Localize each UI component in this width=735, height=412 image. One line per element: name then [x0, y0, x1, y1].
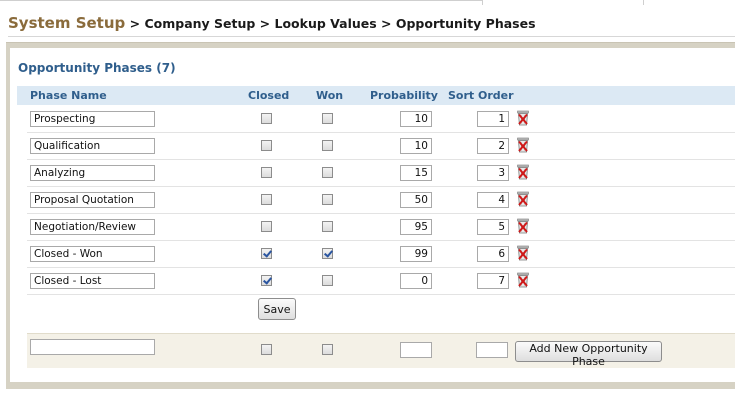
delete-icon[interactable] — [516, 272, 530, 288]
closed-checkbox[interactable] — [261, 248, 272, 259]
new-won-checkbox[interactable] — [322, 344, 333, 355]
delete-icon[interactable] — [516, 191, 530, 207]
won-checkbox[interactable] — [322, 167, 333, 178]
sort-order-input[interactable]: 2 — [477, 138, 509, 154]
breadcrumb-divider — [8, 36, 735, 37]
sort-order-input[interactable]: 4 — [477, 192, 509, 208]
panel-title: Opportunity Phases (7) — [18, 61, 176, 75]
won-checkbox[interactable] — [322, 275, 333, 286]
table-row: Prospecting 10 1 — [27, 106, 735, 133]
table-row: Negotiation/Review 95 5 — [27, 214, 735, 241]
col-sort-order: Sort Order — [448, 89, 514, 102]
col-won: Won — [316, 89, 344, 102]
table-row: Closed - Won 99 6 — [27, 241, 735, 268]
sort-order-input[interactable]: 3 — [477, 165, 509, 181]
delete-icon[interactable] — [516, 164, 530, 180]
sort-order-input[interactable]: 7 — [477, 273, 509, 289]
delete-icon[interactable] — [516, 218, 530, 234]
col-probability: Probability — [370, 89, 438, 102]
breadcrumb-root[interactable]: System Setup — [8, 14, 125, 32]
phase-name-input[interactable]: Closed - Lost — [30, 273, 155, 289]
new-phase-name-input[interactable] — [30, 339, 155, 355]
table-row: Analyzing 15 3 — [27, 160, 735, 187]
col-phase-name: Phase Name — [30, 89, 107, 102]
phase-name-input[interactable]: Proposal Quotation — [30, 192, 155, 208]
closed-checkbox[interactable] — [261, 275, 272, 286]
new-sort-order-input[interactable] — [476, 342, 508, 358]
closed-checkbox[interactable] — [261, 113, 272, 124]
table-row: Proposal Quotation 50 4 — [27, 187, 735, 214]
probability-input[interactable]: 10 — [400, 111, 432, 127]
sort-order-input[interactable]: 1 — [477, 111, 509, 127]
won-checkbox[interactable] — [322, 248, 333, 259]
probability-input[interactable]: 99 — [400, 246, 432, 262]
new-probability-input[interactable] — [400, 342, 432, 358]
save-button[interactable]: Save — [258, 298, 296, 320]
breadcrumb-trail: > Company Setup > Lookup Values > Opport… — [125, 16, 536, 31]
delete-icon[interactable] — [516, 245, 530, 261]
col-closed: Closed — [248, 89, 290, 102]
probability-input[interactable]: 95 — [400, 219, 432, 235]
sort-order-input[interactable]: 6 — [477, 246, 509, 262]
add-phase-row: Add New Opportunity Phase — [27, 333, 735, 368]
probability-input[interactable]: 10 — [400, 138, 432, 154]
phase-name-input[interactable]: Negotiation/Review — [30, 219, 155, 235]
add-new-opportunity-phase-button[interactable]: Add New Opportunity Phase — [515, 341, 662, 368]
probability-input[interactable]: 0 — [400, 273, 432, 289]
won-checkbox[interactable] — [322, 140, 333, 151]
new-closed-checkbox[interactable] — [261, 344, 272, 355]
breadcrumb: System Setup > Company Setup > Lookup Va… — [8, 14, 536, 34]
won-checkbox[interactable] — [322, 221, 333, 232]
phase-name-input[interactable]: Prospecting — [30, 111, 155, 127]
closed-checkbox[interactable] — [261, 221, 272, 232]
table-row: Qualification 10 2 — [27, 133, 735, 160]
probability-input[interactable]: 15 — [400, 165, 432, 181]
phase-name-input[interactable]: Closed - Won — [30, 246, 155, 262]
closed-checkbox[interactable] — [261, 167, 272, 178]
probability-input[interactable]: 50 — [400, 192, 432, 208]
won-checkbox[interactable] — [322, 194, 333, 205]
delete-icon[interactable] — [516, 110, 530, 126]
won-checkbox[interactable] — [322, 113, 333, 124]
phase-name-input[interactable]: Qualification — [30, 138, 155, 154]
closed-checkbox[interactable] — [261, 194, 272, 205]
closed-checkbox[interactable] — [261, 140, 272, 151]
top-border — [0, 0, 735, 5]
sort-order-input[interactable]: 5 — [477, 219, 509, 235]
table-row: Closed - Lost 0 7 — [27, 268, 735, 295]
phase-name-input[interactable]: Analyzing — [30, 165, 155, 181]
table-header: Phase Name Closed Won Probability Sort O… — [17, 86, 735, 105]
delete-icon[interactable] — [516, 137, 530, 153]
